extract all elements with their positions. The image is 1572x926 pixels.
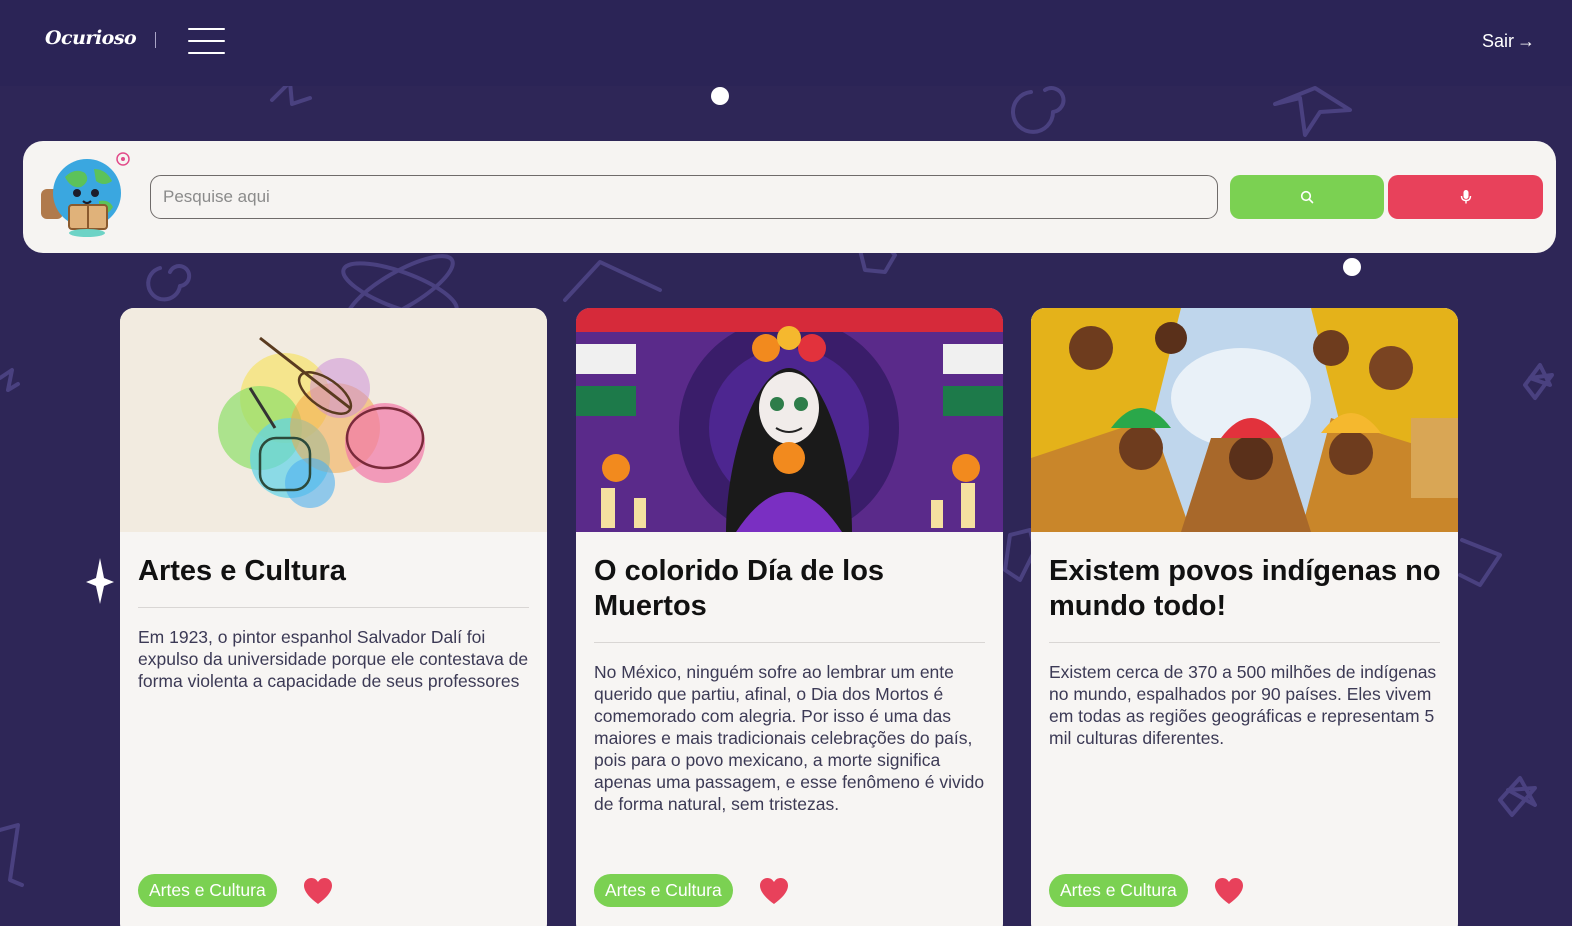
card-image xyxy=(1031,308,1458,532)
card-title: Existem povos indígenas no mundo todo! xyxy=(1049,555,1441,622)
card-text: No México, ninguém sofre ao lembrar um e… xyxy=(594,662,985,814)
arrow-right-icon: → xyxy=(1517,31,1535,51)
category-tag[interactable]: Artes e Cultura xyxy=(1049,874,1188,907)
search-icon xyxy=(1300,190,1314,204)
article-card[interactable]: Artes e Cultura Em 1923, o pintor espanh… xyxy=(120,308,547,926)
card-text: Existem cerca de 370 a 500 milhões de in… xyxy=(1049,662,1437,748)
article-card[interactable]: O colorido Día de los Muertos No México,… xyxy=(576,308,1003,926)
card-divider xyxy=(138,607,529,608)
microphone-icon xyxy=(1460,190,1471,204)
decorative-dot xyxy=(1343,258,1361,276)
voice-search-button[interactable] xyxy=(1388,175,1543,219)
category-tag[interactable]: Artes e Cultura xyxy=(594,874,733,907)
card-title: Artes e Cultura xyxy=(138,555,346,587)
top-navbar: Ocurioso Sair → xyxy=(0,0,1572,86)
card-divider xyxy=(594,642,985,643)
heart-icon[interactable] xyxy=(303,877,333,905)
decorative-dot xyxy=(711,87,729,105)
app-logo[interactable]: Ocurioso xyxy=(45,27,137,49)
heart-icon[interactable] xyxy=(1214,877,1244,905)
search-panel xyxy=(23,141,1556,253)
search-input[interactable] xyxy=(150,175,1218,219)
card-title: O colorido Día de los Muertos xyxy=(594,555,885,622)
heart-icon[interactable] xyxy=(759,877,789,905)
search-button[interactable] xyxy=(1230,175,1384,219)
logout-label: Sair xyxy=(1481,31,1514,51)
logo-separator xyxy=(155,32,156,48)
card-image xyxy=(576,308,1003,532)
category-tag[interactable]: Artes e Cultura xyxy=(138,874,277,907)
globe-mascot xyxy=(41,152,130,237)
card-divider xyxy=(1049,642,1440,643)
logout-button[interactable]: Sair → xyxy=(1482,31,1535,52)
card-image xyxy=(120,308,547,532)
card-text: Em 1923, o pintor espanhol Salvador Dalí… xyxy=(138,627,529,691)
article-card[interactable]: Existem povos indígenas no mundo todo! E… xyxy=(1031,308,1458,926)
menu-icon[interactable] xyxy=(188,28,225,54)
